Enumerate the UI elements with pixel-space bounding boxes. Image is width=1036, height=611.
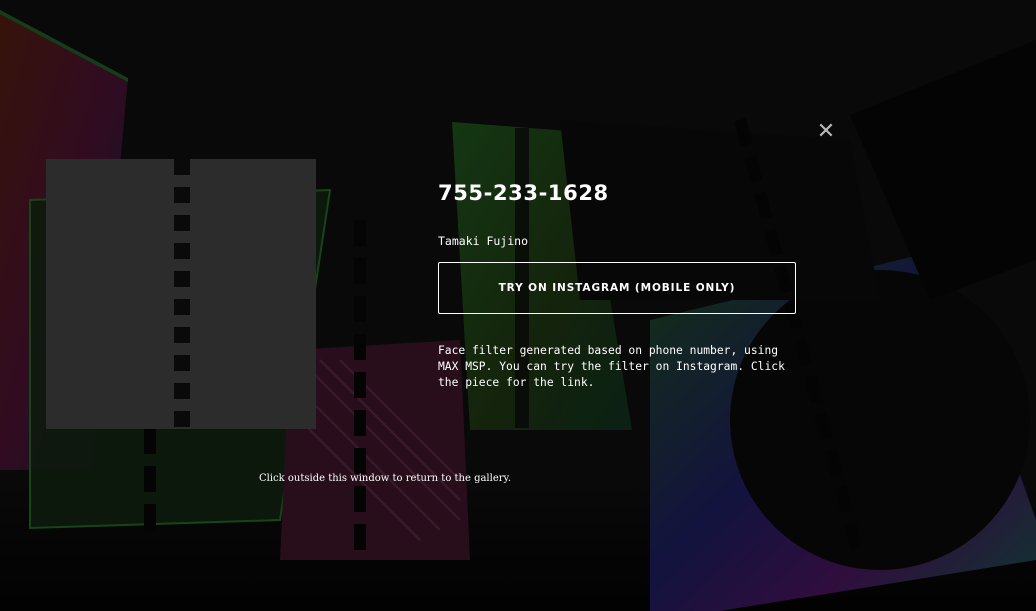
- try-on-instagram-button[interactable]: TRY ON INSTAGRAM (MOBILE ONLY): [438, 262, 796, 314]
- return-to-gallery-hint: Click outside this window to return to t…: [259, 473, 512, 484]
- artwork-thumbnail[interactable]: [46, 159, 316, 429]
- artwork-title: 755-233-1628: [438, 181, 609, 205]
- gallery-stage[interactable]: ✕ 755-233-1628 Tamaki Fujino TRY ON INST…: [0, 0, 1036, 611]
- thumbnail-stripe: [174, 159, 190, 429]
- artwork-description: Face filter generated based on phone num…: [438, 344, 785, 389]
- close-icon[interactable]: ✕: [814, 120, 838, 144]
- artist-name: Tamaki Fujino: [438, 234, 529, 248]
